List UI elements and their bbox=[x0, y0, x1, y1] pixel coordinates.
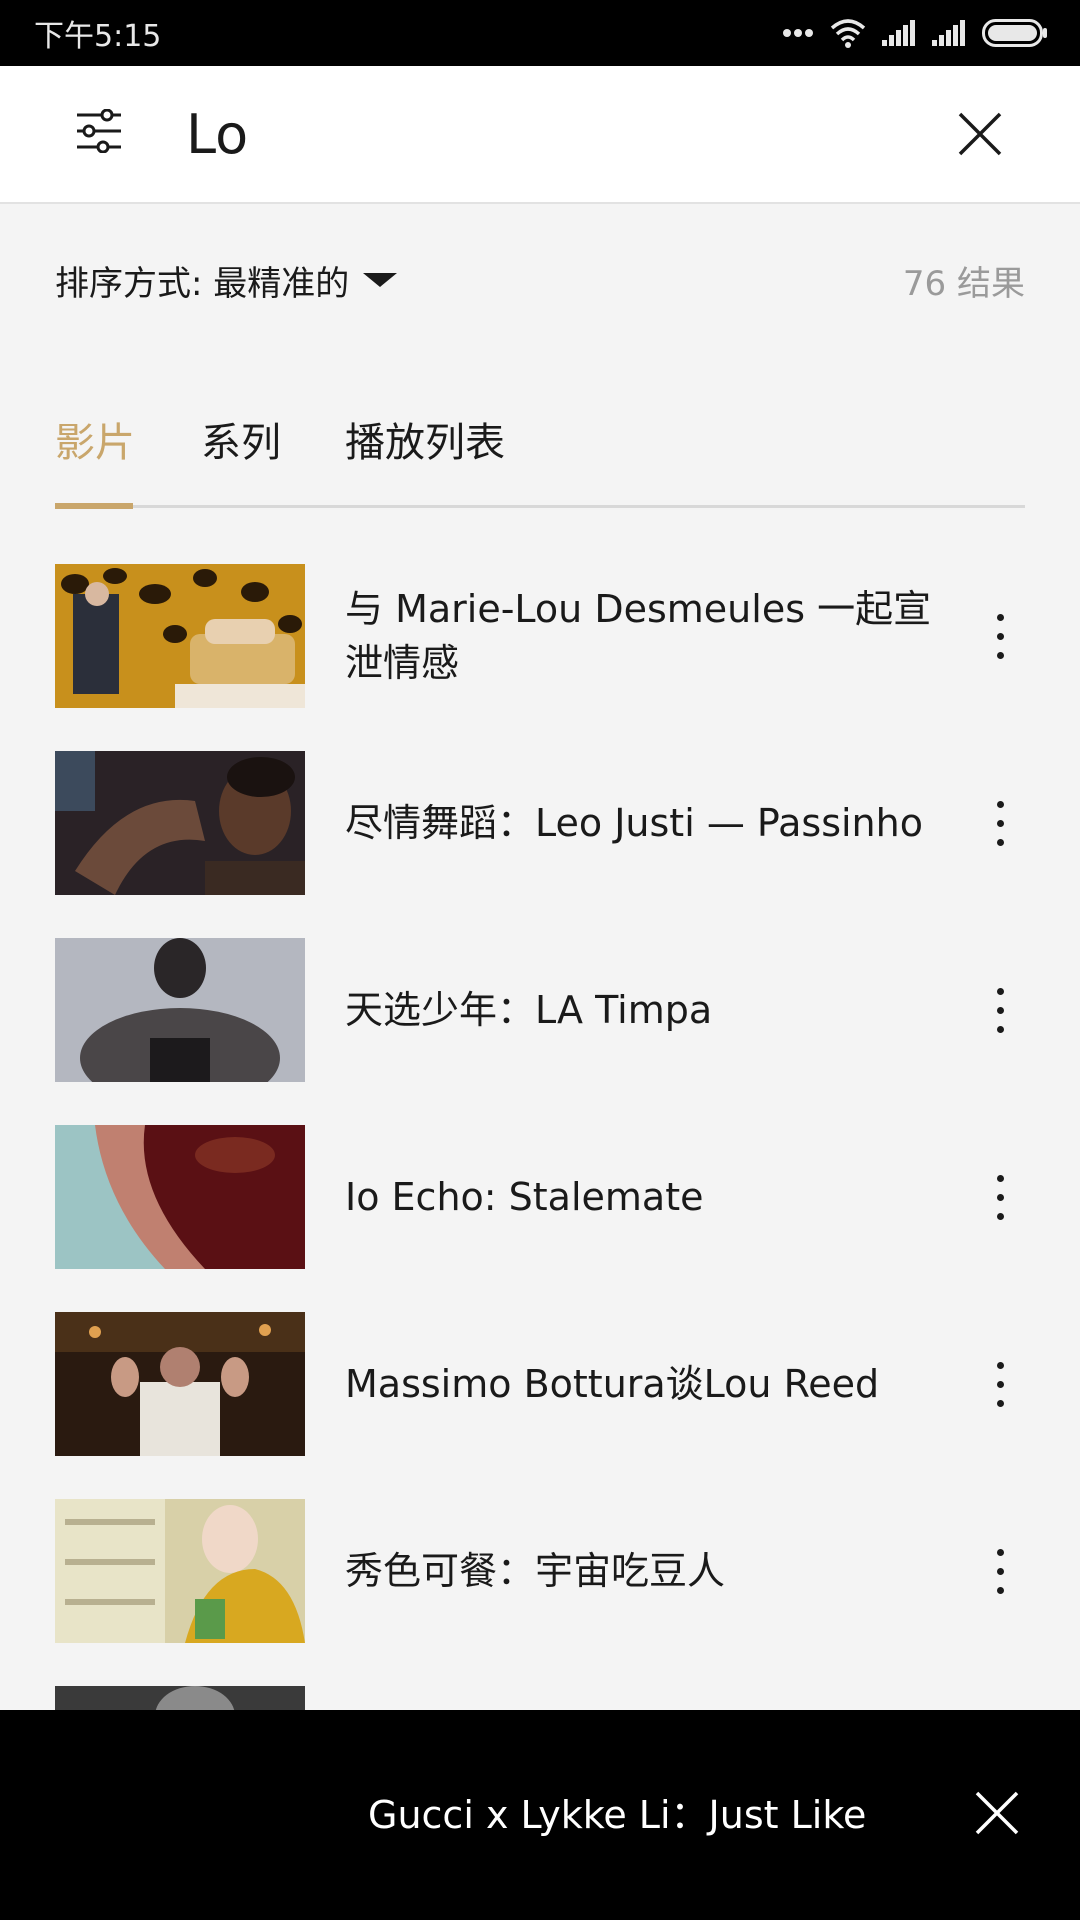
more-options-button[interactable] bbox=[975, 787, 1025, 859]
more-options-button[interactable] bbox=[975, 974, 1025, 1046]
list-item[interactable]: Massimo Bottura谈Lou Reed bbox=[55, 1312, 1045, 1456]
sliders-icon bbox=[75, 108, 123, 157]
wifi-icon bbox=[830, 18, 866, 48]
video-title[interactable]: Massimo Bottura谈Lou Reed bbox=[345, 1312, 965, 1456]
video-thumbnail[interactable] bbox=[55, 938, 305, 1082]
video-thumbnail[interactable] bbox=[55, 564, 305, 708]
caret-down-icon bbox=[363, 271, 398, 289]
more-options-button[interactable] bbox=[975, 600, 1025, 672]
video-thumbnail[interactable] bbox=[55, 1686, 305, 1710]
results-list[interactable]: 与 Marie-Lou Desmeules 一起宣泄情感 尽情舞蹈：Leo Ju… bbox=[0, 562, 1080, 1710]
tab-playlists[interactable]: 播放列表 bbox=[345, 410, 505, 468]
video-title[interactable]: 与 Marie-Lou Desmeules 一起宣泄情感 bbox=[345, 564, 965, 708]
list-item[interactable]: 秀色可餐：宇宙吃豆人 bbox=[55, 1499, 1045, 1643]
list-item[interactable]: 与 Marie-Lou Desmeules 一起宣泄情感 bbox=[55, 564, 1045, 708]
tab-bar: 影片 系列 播放列表 bbox=[55, 398, 1025, 509]
close-icon bbox=[958, 112, 1002, 160]
video-thumbnail[interactable] bbox=[55, 1499, 305, 1643]
video-title[interactable]: 尽情舞蹈：Leo Justi — Passinho bbox=[345, 751, 965, 895]
video-title[interactable]: 秀色可餐：宇宙吃豆人 bbox=[345, 1499, 965, 1643]
active-tab-indicator bbox=[55, 503, 133, 509]
search-input[interactable]: Lo bbox=[186, 100, 248, 170]
more-options-button[interactable] bbox=[975, 1348, 1025, 1420]
now-playing-title[interactable]: Gucci x Lykke Li：Just Like bbox=[368, 1784, 866, 1839]
list-item[interactable]: 天选少年：LA Timpa bbox=[55, 938, 1045, 1082]
list-item[interactable]: Io Echo: Stalemate bbox=[55, 1125, 1045, 1269]
signal-icon bbox=[932, 20, 966, 46]
status-time: 下午5:15 bbox=[34, 19, 162, 54]
close-player-button[interactable] bbox=[970, 1788, 1024, 1842]
more-options-button[interactable] bbox=[975, 1161, 1025, 1233]
video-thumbnail[interactable] bbox=[55, 1312, 305, 1456]
list-item[interactable] bbox=[55, 1686, 1045, 1710]
list-item[interactable]: 尽情舞蹈：Leo Justi — Passinho bbox=[55, 751, 1045, 895]
tab-series[interactable]: 系列 bbox=[201, 410, 281, 468]
mini-player[interactable]: Gucci x Lykke Li：Just Like bbox=[0, 1710, 1080, 1920]
status-icons bbox=[782, 18, 1048, 48]
more-options-button[interactable] bbox=[975, 1535, 1025, 1607]
signal-icon bbox=[882, 20, 916, 46]
sort-label: 排序方式: 最精准的 bbox=[55, 263, 350, 304]
result-count: 76 结果 bbox=[902, 263, 1025, 304]
status-bar: 下午5:15 bbox=[0, 0, 1080, 66]
filter-button[interactable] bbox=[70, 104, 128, 162]
close-icon bbox=[975, 1791, 1019, 1839]
battery-icon bbox=[982, 19, 1048, 47]
search-header: Lo bbox=[0, 66, 1080, 204]
video-thumbnail[interactable] bbox=[55, 1125, 305, 1269]
sort-row: 排序方式: 最精准的 76 结果 bbox=[55, 250, 1025, 310]
sort-dropdown[interactable]: 排序方式: 最精准的 bbox=[55, 256, 398, 305]
more-dots-icon bbox=[782, 28, 814, 38]
tab-videos[interactable]: 影片 bbox=[55, 410, 135, 468]
video-title[interactable]: 天选少年：LA Timpa bbox=[345, 938, 965, 1082]
video-title[interactable]: Io Echo: Stalemate bbox=[345, 1125, 965, 1269]
clear-search-button[interactable] bbox=[950, 106, 1010, 166]
video-thumbnail[interactable] bbox=[55, 751, 305, 895]
